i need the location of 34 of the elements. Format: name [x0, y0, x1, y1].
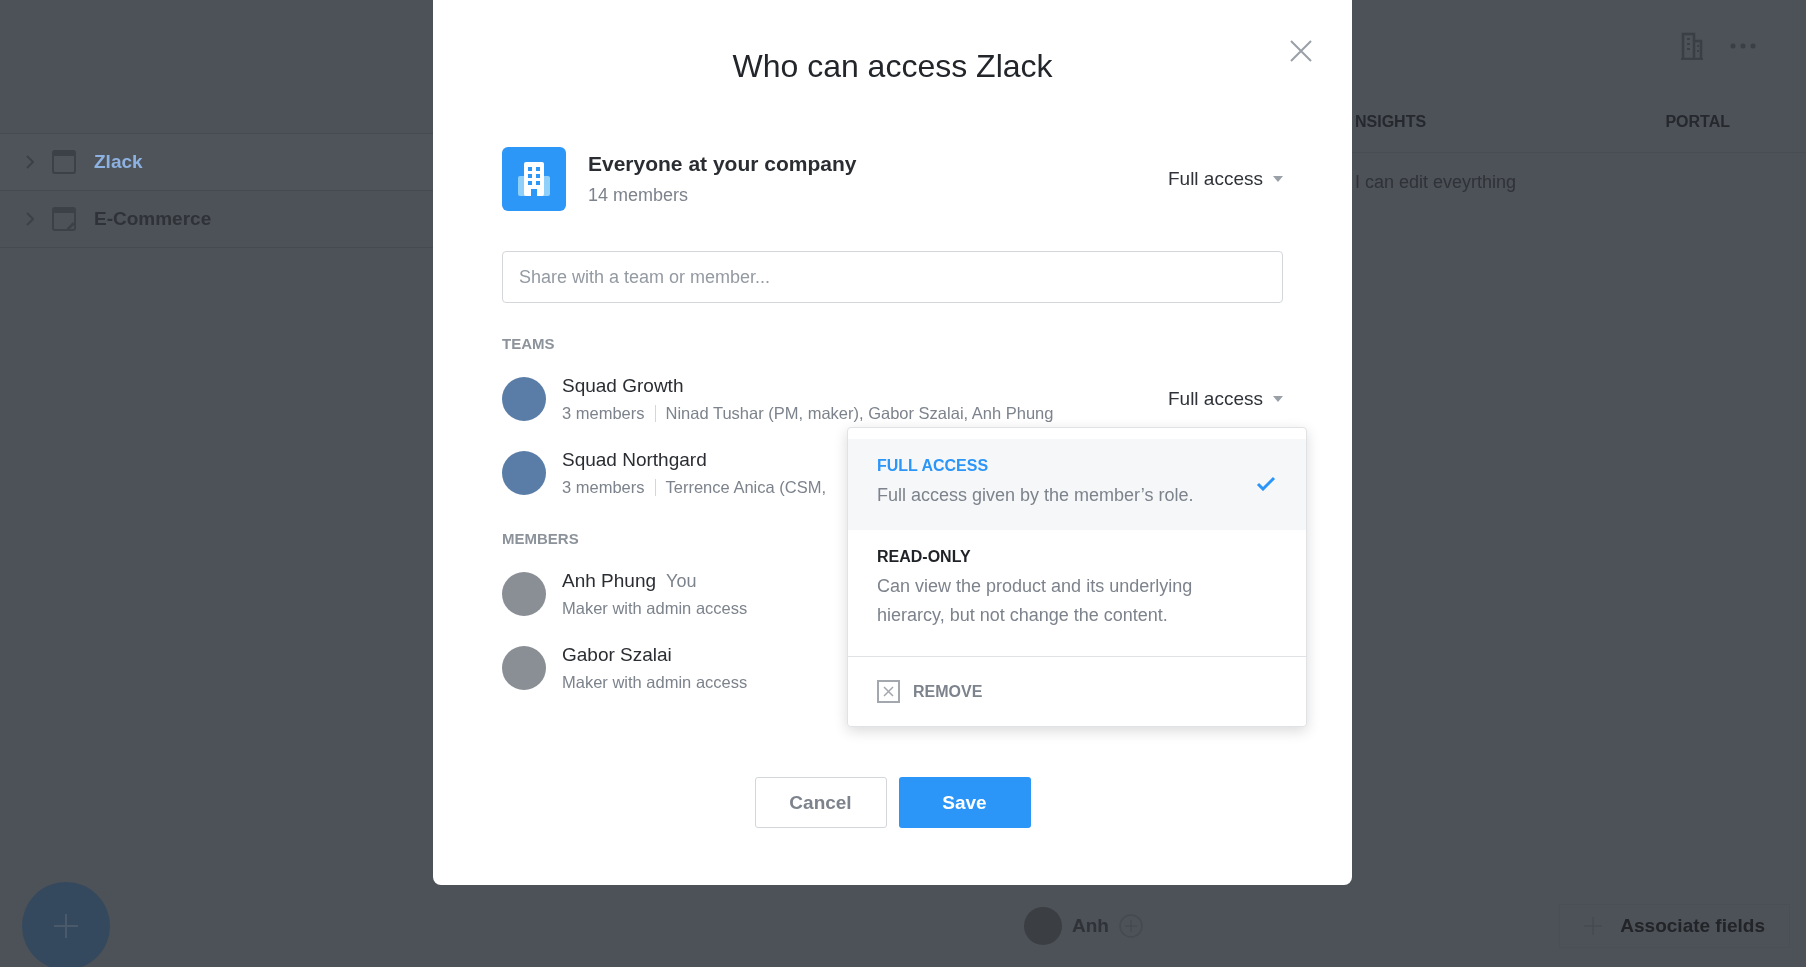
access-dropdown[interactable]: Full access	[1167, 388, 1283, 410]
team-members: Ninad Tushar (PM, maker), Gabor Szalai, Anh Phung	[665, 404, 1054, 423]
company-name: Everyone at your company	[588, 152, 857, 176]
check-icon	[1256, 476, 1276, 491]
member-count: 14 members	[588, 185, 690, 206]
member-count: 3 members	[562, 404, 645, 423]
section-label: MEMBERS	[502, 530, 580, 547]
menu-option[interactable]: FULL ACCESS Full access given by the member’s role.	[848, 439, 1306, 530]
member-role: Maker with admin access	[562, 599, 748, 618]
team-name: Squad Growth	[562, 375, 685, 397]
member-name: Anh Phung	[562, 570, 657, 592]
caret-icon	[1273, 176, 1283, 182]
search-field[interactable]: Share with a team or member...	[502, 251, 1283, 303]
avatar	[502, 572, 546, 616]
remove-button[interactable]: REMOVE	[848, 656, 1306, 726]
team-members: Terrence Anica (CSM,	[665, 478, 826, 497]
team-name: Squad Northgard	[562, 449, 708, 471]
caret-icon	[1273, 396, 1283, 402]
dialog-title: Who can access Zlack	[731, 47, 1054, 86]
access-dropdown[interactable]: Full access	[1167, 168, 1283, 190]
cancel-button[interactable]: Cancel	[754, 777, 887, 828]
section-label: TEAMS	[502, 335, 556, 352]
sidebar-item[interactable]: Zlack	[0, 133, 433, 191]
team-avatar	[502, 451, 546, 495]
building-icon	[502, 147, 566, 211]
you-tag: You	[666, 571, 697, 592]
member-name: Gabor Szalai	[562, 644, 672, 666]
menu-option[interactable]: READ-ONLY Can view the product and its underlying hierarcy, but not change the content.	[848, 530, 1306, 656]
close-box-icon	[877, 680, 900, 703]
member-count: 3 members	[562, 478, 645, 497]
member-role: Maker with admin access	[562, 673, 748, 692]
team-avatar	[502, 377, 546, 421]
save-button[interactable]: Save	[898, 777, 1031, 828]
avatar	[502, 646, 546, 690]
